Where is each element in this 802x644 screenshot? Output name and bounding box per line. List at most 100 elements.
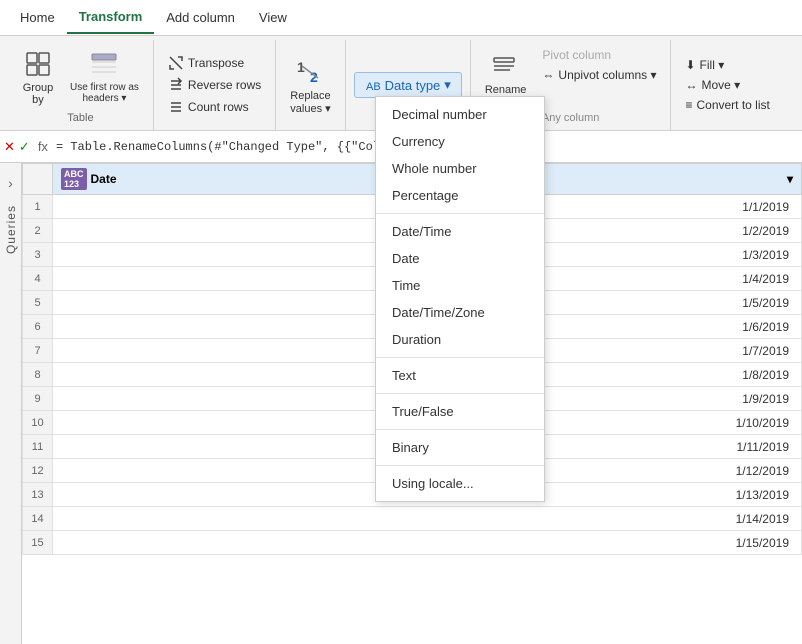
- row-number: 3: [23, 243, 53, 267]
- transpose-button[interactable]: Transpose: [162, 53, 267, 73]
- row-number: 7: [23, 339, 53, 363]
- col-type-icon: ABC123: [61, 168, 87, 190]
- row-number: 1: [23, 195, 53, 219]
- row-number: 10: [23, 411, 53, 435]
- rename-icon: [490, 50, 522, 82]
- fill-icon: ⬇: [685, 58, 695, 72]
- sidebar: › Queries: [0, 163, 22, 644]
- sidebar-label: Queries: [4, 205, 18, 254]
- move-icon: ↔: [685, 78, 697, 92]
- sidebar-arrow[interactable]: ›: [4, 171, 17, 195]
- rename-button[interactable]: Rename: [479, 46, 533, 100]
- table-group-label: Table: [67, 110, 93, 126]
- dropdown-locale[interactable]: Using locale...: [376, 470, 544, 497]
- replace-values-label: Replacevalues ▾: [290, 90, 330, 115]
- unpivot-icon: ⇔: [542, 68, 554, 82]
- dropdown-datetimezone[interactable]: Date/Time/Zone: [376, 299, 544, 326]
- move-button[interactable]: ↔ Move ▾: [679, 76, 775, 94]
- data-type-chevron: ▾: [444, 77, 451, 93]
- row-number: 4: [23, 267, 53, 291]
- group-by-button[interactable]: Groupby: [16, 44, 60, 110]
- menu-add-column[interactable]: Add column: [154, 2, 247, 33]
- replace-values-icon: 1 2: [294, 56, 326, 88]
- dropdown-whole[interactable]: Whole number: [376, 155, 544, 182]
- dropdown-percentage[interactable]: Percentage: [376, 182, 544, 209]
- formula-icons: ✕ ✓: [4, 139, 30, 155]
- dropdown-decimal[interactable]: Decimal number: [376, 101, 544, 128]
- ribbon-group-transform: Transpose Reverse rows: [154, 40, 276, 130]
- group-by-icon: [22, 48, 54, 80]
- fill-button[interactable]: ⬇ Fill ▾: [679, 56, 775, 74]
- row-number: 15: [23, 531, 53, 555]
- dropdown-datetime[interactable]: Date/Time: [376, 218, 544, 245]
- reverse-rows-label: Reverse rows: [188, 78, 261, 92]
- formula-x-icon[interactable]: ✕: [4, 139, 15, 155]
- row-number: 8: [23, 363, 53, 387]
- menu-home[interactable]: Home: [8, 2, 67, 33]
- reverse-rows-icon: [168, 77, 184, 93]
- convert-label: Convert to list: [696, 98, 769, 112]
- row-number: 14: [23, 507, 53, 531]
- row-number: 13: [23, 483, 53, 507]
- ribbon-group-replace: 1 2 Replacevalues ▾: [276, 40, 345, 130]
- convert-icon: ≡: [685, 98, 692, 112]
- count-rows-label: Count rows: [188, 100, 249, 114]
- use-first-row-label: Use first row asheaders ▾: [70, 82, 139, 104]
- rename-label: Rename: [485, 84, 527, 96]
- row-number: 11: [23, 435, 53, 459]
- transpose-icon: [168, 55, 184, 71]
- group-by-label: Groupby: [23, 82, 54, 106]
- dropdown-currency[interactable]: Currency: [376, 128, 544, 155]
- data-type-button[interactable]: ABC Data type ▾: [354, 72, 462, 98]
- col-dropdown-icon[interactable]: ▾: [787, 172, 793, 186]
- dropdown-date[interactable]: Date: [376, 245, 544, 272]
- date-cell: 1/14/2019: [53, 507, 802, 531]
- data-type-label: Data type: [385, 78, 441, 93]
- reverse-rows-button[interactable]: Reverse rows: [162, 75, 267, 95]
- pivot-column-label: Pivot column: [542, 48, 611, 62]
- svg-text:ABC: ABC: [366, 81, 381, 93]
- dropdown-truefalse[interactable]: True/False: [376, 398, 544, 425]
- menu-view[interactable]: View: [247, 2, 299, 33]
- move-label: Move ▾: [701, 78, 740, 92]
- dropdown-binary[interactable]: Binary: [376, 434, 544, 461]
- dropdown-text[interactable]: Text: [376, 362, 544, 389]
- convert-to-list-button[interactable]: ≡ Convert to list: [679, 96, 775, 114]
- menu-transform[interactable]: Transform: [67, 1, 155, 34]
- divider-1: [376, 213, 544, 214]
- formula-check-icon[interactable]: ✓: [19, 139, 30, 155]
- row-number: 5: [23, 291, 53, 315]
- dropdown-time[interactable]: Time: [376, 272, 544, 299]
- ribbon-group-table: Groupby Use first row asheaders ▾ Table: [8, 40, 154, 130]
- count-rows-button[interactable]: Count rows: [162, 97, 267, 117]
- unpivot-columns-label: Unpivot columns ▾: [558, 68, 656, 82]
- row-num-header: [23, 164, 53, 195]
- any-column-label: Any column: [542, 110, 599, 126]
- unpivot-columns-button[interactable]: ⇔ Unpivot columns ▾: [536, 66, 662, 84]
- ribbon-group-fill: ⬇ Fill ▾ ↔ Move ▾ ≡ Convert to list: [671, 40, 783, 130]
- transpose-label: Transpose: [188, 56, 244, 70]
- table-row: 14 1/14/2019: [23, 507, 802, 531]
- pivot-column-button[interactable]: Pivot column: [536, 46, 662, 64]
- divider-4: [376, 429, 544, 430]
- table-row: 15 1/15/2019: [23, 531, 802, 555]
- date-col-label: Date: [91, 172, 117, 186]
- ribbon: Groupby Use first row asheaders ▾ Table: [0, 36, 802, 131]
- fill-label: Fill ▾: [700, 58, 725, 72]
- data-type-dropdown: Decimal number Currency Whole number Per…: [375, 96, 545, 502]
- count-rows-icon: [168, 99, 184, 115]
- use-first-row-button[interactable]: Use first row asheaders ▾: [64, 44, 145, 108]
- divider-3: [376, 393, 544, 394]
- divider-5: [376, 465, 544, 466]
- use-first-row-icon: [88, 48, 120, 80]
- row-number: 9: [23, 387, 53, 411]
- menu-bar: Home Transform Add column View: [0, 0, 802, 36]
- divider-2: [376, 357, 544, 358]
- dropdown-duration[interactable]: Duration: [376, 326, 544, 353]
- date-cell: 1/15/2019: [53, 531, 802, 555]
- row-number: 2: [23, 219, 53, 243]
- replace-values-button[interactable]: 1 2 Replacevalues ▾: [284, 52, 336, 119]
- formula-fx: fx: [34, 139, 52, 154]
- row-number: 12: [23, 459, 53, 483]
- row-number: 6: [23, 315, 53, 339]
